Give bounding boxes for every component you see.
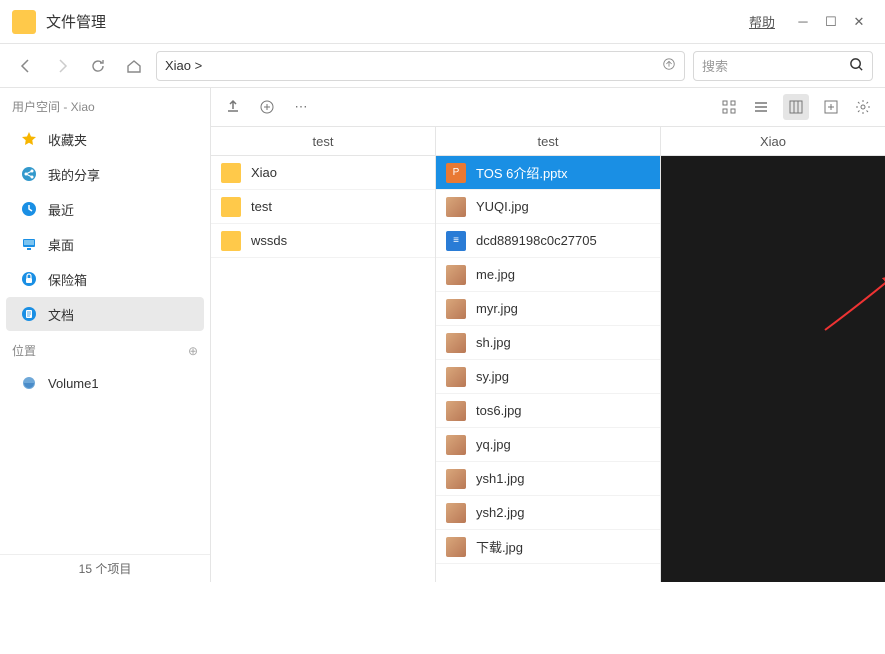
image-thumbnail-icon (446, 401, 466, 421)
list-item[interactable]: ysh1.jpg (436, 462, 660, 496)
volume-icon (20, 374, 38, 392)
back-button[interactable] (12, 52, 40, 80)
breadcrumb[interactable]: Xiao > (165, 58, 202, 73)
main-toolbar: ⋯ (211, 88, 885, 126)
help-link[interactable]: 帮助 (749, 12, 775, 31)
navbar: Xiao > 搜索 (0, 44, 885, 88)
list-item[interactable]: test (211, 190, 435, 224)
upload-icon[interactable] (223, 97, 243, 117)
status-bar: 15 个项目 (0, 554, 210, 582)
more-icon[interactable]: ⋯ (291, 97, 311, 117)
sidebar: 用户空间 - Xiao 收藏夹我的分享最近桌面保险箱文档 位置 ⊕ Volume… (0, 88, 211, 582)
sidebar-item-share[interactable]: 我的分享 (6, 157, 204, 191)
search-icon[interactable] (849, 57, 864, 75)
forward-button[interactable] (48, 52, 76, 80)
image-thumbnail-icon (446, 299, 466, 319)
column-pane-1: Xiaotestwssds (211, 156, 436, 582)
sidebar-item-volume1[interactable]: Volume1 (6, 366, 204, 400)
list-item[interactable]: PTOS 6介绍.pptx (436, 156, 660, 190)
refresh-button[interactable] (84, 52, 112, 80)
new-icon[interactable] (257, 97, 277, 117)
doc-icon (20, 305, 38, 323)
image-thumbnail-icon (446, 265, 466, 285)
expand-icon[interactable] (821, 97, 841, 117)
column-pane-2: PTOS 6介绍.pptxYUQI.jpg≡dcd889198c0c27705m… (436, 156, 661, 582)
list-item[interactable]: tos6.jpg (436, 394, 660, 428)
sidebar-header-userspace: 用户空间 - Xiao (0, 88, 210, 121)
list-item[interactable]: sy.jpg (436, 360, 660, 394)
folder-icon (221, 197, 241, 217)
image-thumbnail-icon (446, 367, 466, 387)
list-item[interactable]: YUQI.jpg (436, 190, 660, 224)
list-item[interactable]: ysh2.jpg (436, 496, 660, 530)
list-item[interactable]: sh.jpg (436, 326, 660, 360)
lock-icon (20, 270, 38, 288)
col-header[interactable]: Xiao (661, 127, 885, 155)
desktop-icon (20, 235, 38, 253)
gear-icon[interactable] (853, 97, 873, 117)
sidebar-item-star[interactable]: 收藏夹 (6, 122, 204, 156)
sidebar-item-doc[interactable]: 文档 (6, 297, 204, 331)
star-icon (20, 130, 38, 148)
list-item[interactable]: Xiao (211, 156, 435, 190)
preview-pane (661, 156, 885, 582)
address-up-icon[interactable] (662, 57, 676, 74)
search-placeholder: 搜索 (702, 56, 728, 75)
list-item[interactable]: 下载.jpg (436, 530, 660, 564)
list-item[interactable]: ≡dcd889198c0c27705 (436, 224, 660, 258)
titlebar: 文件管理 帮助 ─ ☐ ✕ (0, 0, 885, 44)
address-bar[interactable]: Xiao > (156, 51, 685, 81)
column-headers: test test Xiao (211, 126, 885, 156)
add-location-icon[interactable]: ⊕ (188, 344, 198, 358)
main-area: ⋯ test test Xiao Xiaotestwssds PTOS 6介绍.… (211, 88, 885, 582)
image-thumbnail-icon (446, 503, 466, 523)
col-header[interactable]: test (211, 127, 436, 155)
sidebar-item-lock[interactable]: 保险箱 (6, 262, 204, 296)
list-item[interactable]: myr.jpg (436, 292, 660, 326)
image-thumbnail-icon (446, 333, 466, 353)
column-view-icon[interactable] (783, 94, 809, 120)
image-thumbnail-icon (446, 197, 466, 217)
pptx-icon: P (446, 163, 466, 183)
maximize-button[interactable]: ☐ (817, 8, 845, 36)
search-input[interactable]: 搜索 (693, 51, 873, 81)
share-icon (20, 165, 38, 183)
app-folder-icon (12, 10, 36, 34)
folder-icon (221, 231, 241, 251)
list-item[interactable]: yq.jpg (436, 428, 660, 462)
folder-icon (221, 163, 241, 183)
list-item[interactable]: wssds (211, 224, 435, 258)
list-view-icon[interactable] (751, 97, 771, 117)
col-header[interactable]: test (436, 127, 661, 155)
app-title: 文件管理 (46, 11, 749, 32)
sidebar-item-clock[interactable]: 最近 (6, 192, 204, 226)
image-thumbnail-icon (446, 537, 466, 557)
close-button[interactable]: ✕ (845, 8, 873, 36)
image-thumbnail-icon (446, 469, 466, 489)
minimize-button[interactable]: ─ (789, 8, 817, 36)
grid-view-icon[interactable] (719, 97, 739, 117)
image-thumbnail-icon (446, 435, 466, 455)
sidebar-item-desktop[interactable]: 桌面 (6, 227, 204, 261)
clock-icon (20, 200, 38, 218)
list-item[interactable]: me.jpg (436, 258, 660, 292)
document-icon: ≡ (446, 231, 466, 251)
home-button[interactable] (120, 52, 148, 80)
sidebar-header-location: 位置 ⊕ (0, 332, 210, 365)
